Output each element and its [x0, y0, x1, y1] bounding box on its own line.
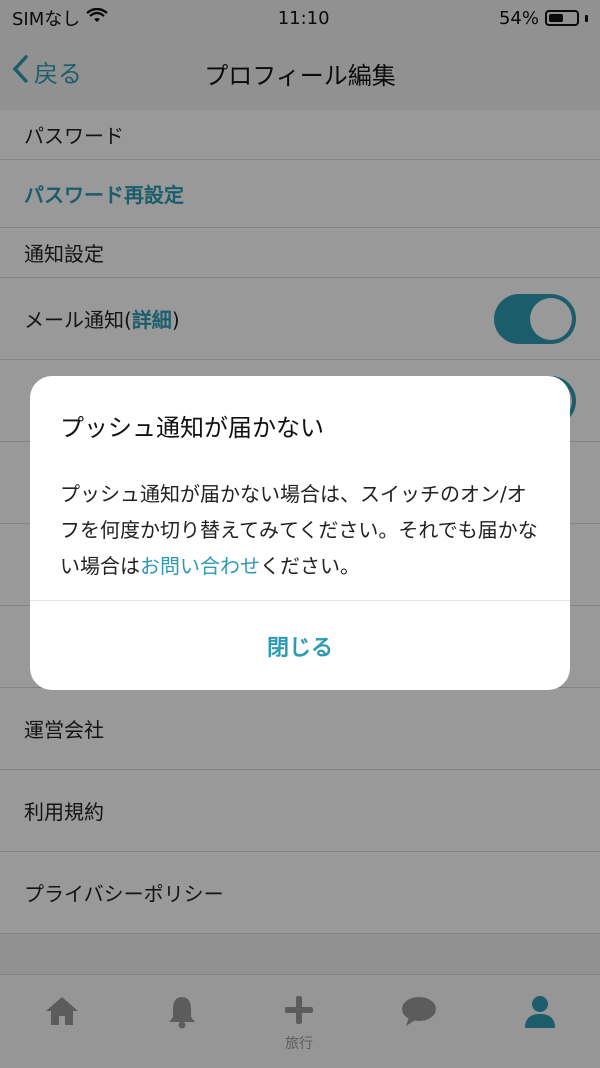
close-button[interactable]: 閉じる	[30, 601, 570, 690]
push-help-dialog: プッシュ通知が届かない プッシュ通知が届かない場合は、スイッチのオン/オフを何度…	[30, 376, 570, 690]
dialog-title: プッシュ通知が届かない	[60, 414, 324, 442]
dialog-body: プッシュ通知が届かない場合は、スイッチのオン/オフを何度か切り替えてみてください…	[60, 476, 540, 584]
dialog-body-end: ください。	[260, 554, 360, 578]
inquiry-link[interactable]: お問い合わせ	[140, 554, 260, 578]
